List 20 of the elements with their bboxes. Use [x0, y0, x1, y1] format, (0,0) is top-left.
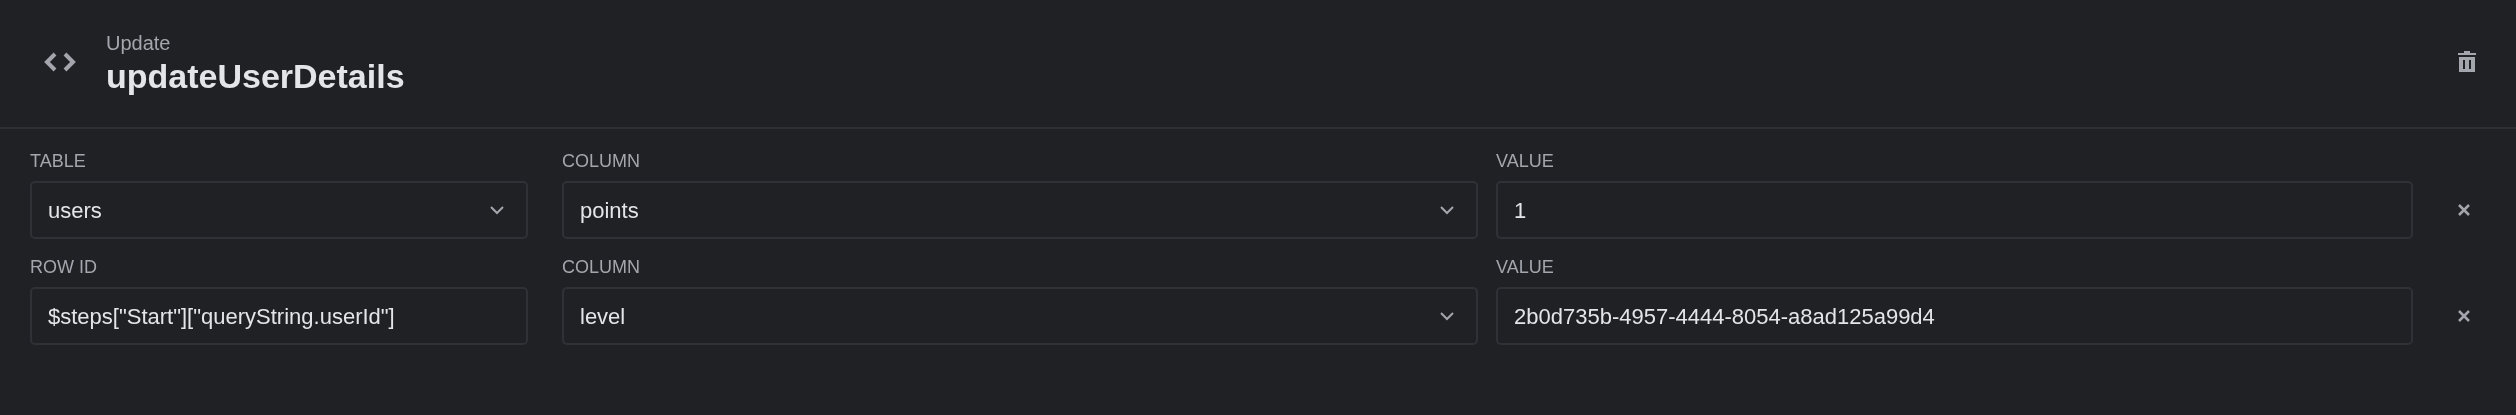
chevron-down-icon	[1440, 311, 1454, 321]
remove-icon[interactable]	[2457, 309, 2471, 323]
remove-icon[interactable]	[2457, 203, 2471, 217]
node-type-label: Update	[106, 30, 172, 55]
chevron-down-icon	[490, 205, 504, 215]
field-label: ROW ID	[30, 256, 98, 279]
input-field[interactable]: $steps["Start"]["queryString.userId"]	[30, 287, 528, 345]
select-field[interactable]: users	[30, 181, 528, 239]
node-title: updateUserDetails	[106, 55, 405, 97]
select-field[interactable]: level	[562, 287, 1478, 345]
field-label: TABLE	[30, 150, 87, 173]
chevron-down-icon	[1440, 205, 1454, 215]
field-label: COLUMN	[562, 256, 641, 279]
input-field[interactable]: 1	[1496, 181, 2413, 239]
input-field[interactable]: 2b0d735b-4957-4444-8054-a8ad125a99d4	[1496, 287, 2413, 345]
select-field[interactable]: points	[562, 181, 1478, 239]
field-label: COLUMN	[562, 150, 641, 173]
field-label: VALUE	[1496, 256, 1555, 279]
code-icon	[44, 50, 76, 73]
field-label: VALUE	[1496, 150, 1555, 173]
